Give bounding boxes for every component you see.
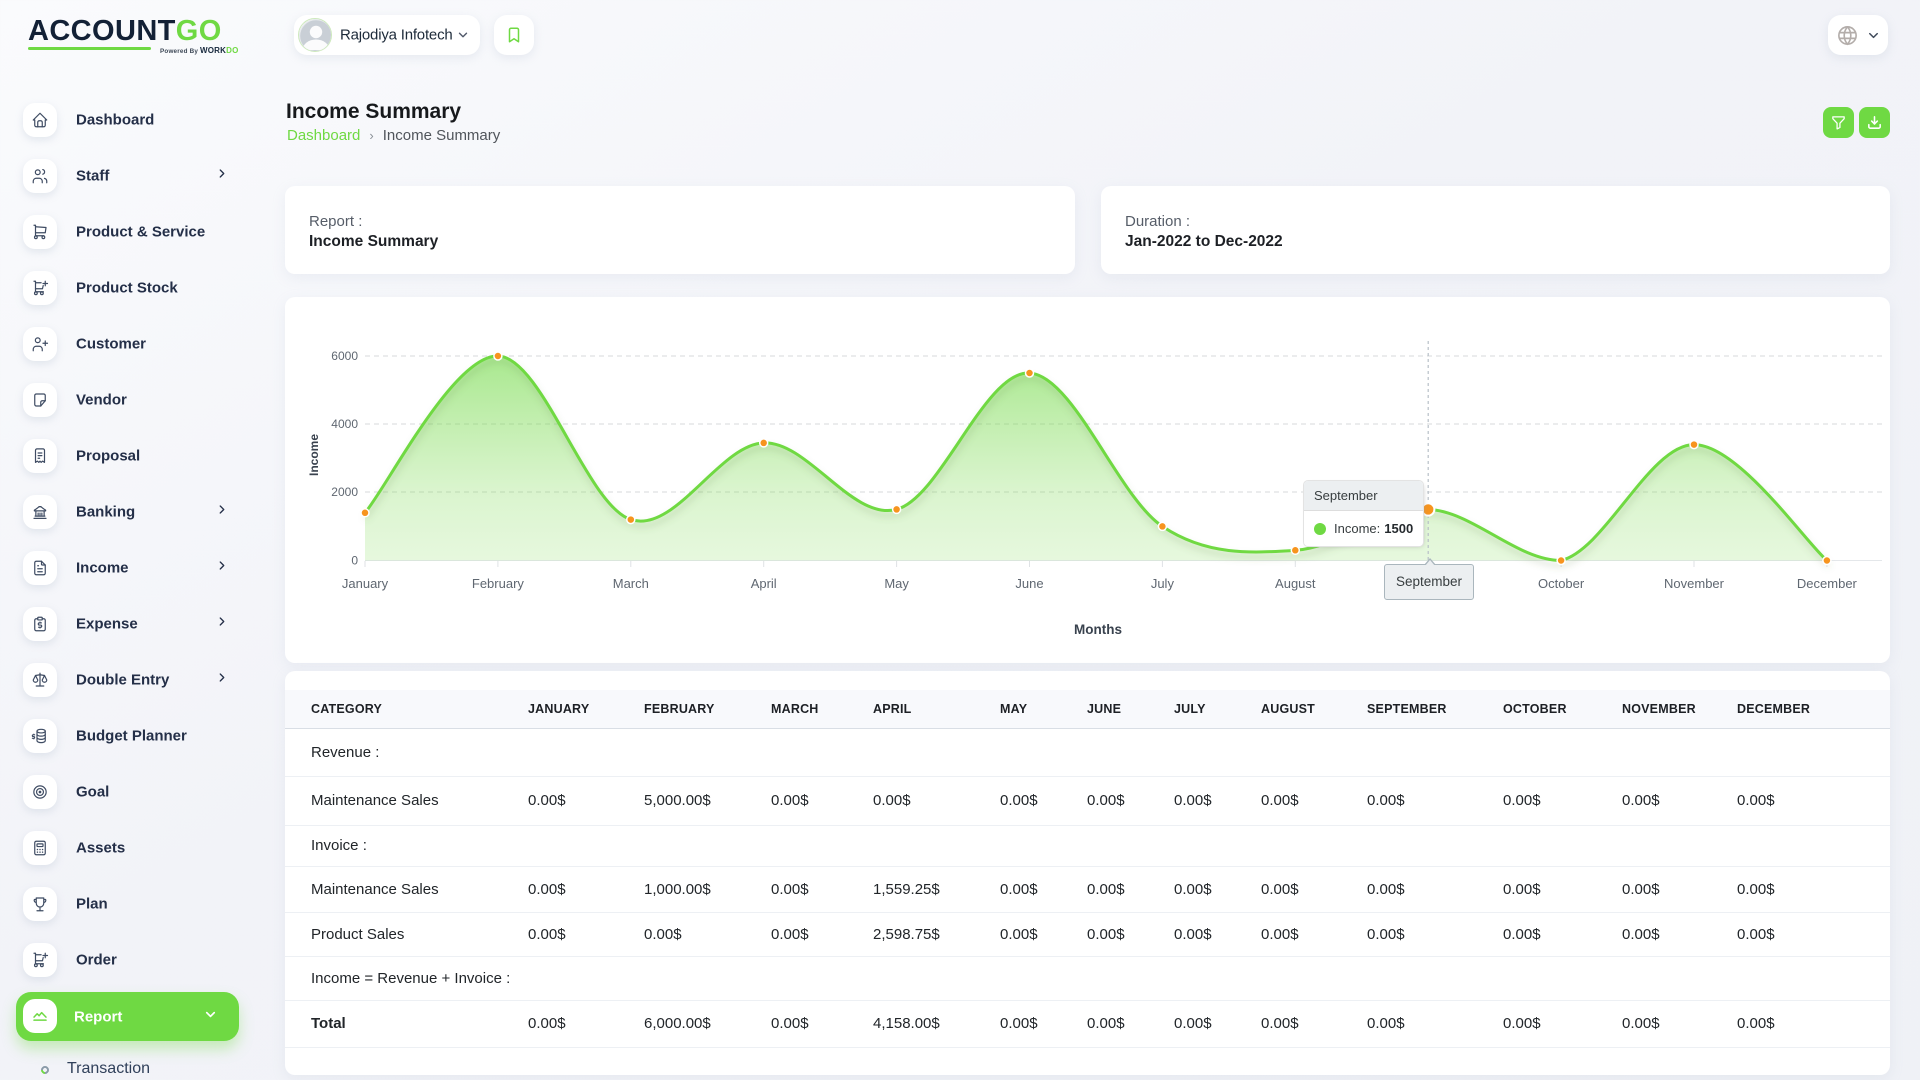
svg-text:4000: 4000: [331, 417, 358, 431]
svg-text:October: October: [1538, 576, 1585, 591]
svg-text:Months: Months: [1074, 622, 1122, 637]
svg-text:November: November: [1664, 576, 1725, 591]
svg-text:Income: Income: [307, 434, 321, 476]
svg-text:2000: 2000: [331, 485, 358, 499]
svg-text:August: August: [1275, 576, 1316, 591]
svg-text:0: 0: [351, 554, 358, 568]
svg-text:June: June: [1015, 576, 1043, 591]
svg-text:July: July: [1151, 576, 1175, 591]
svg-text:May: May: [884, 576, 909, 591]
svg-text:6000: 6000: [331, 349, 358, 363]
svg-text:December: December: [1797, 576, 1858, 591]
svg-text:April: April: [751, 576, 777, 591]
svg-text:February: February: [472, 576, 525, 591]
svg-text:March: March: [613, 576, 649, 591]
svg-text:January: January: [342, 576, 389, 591]
